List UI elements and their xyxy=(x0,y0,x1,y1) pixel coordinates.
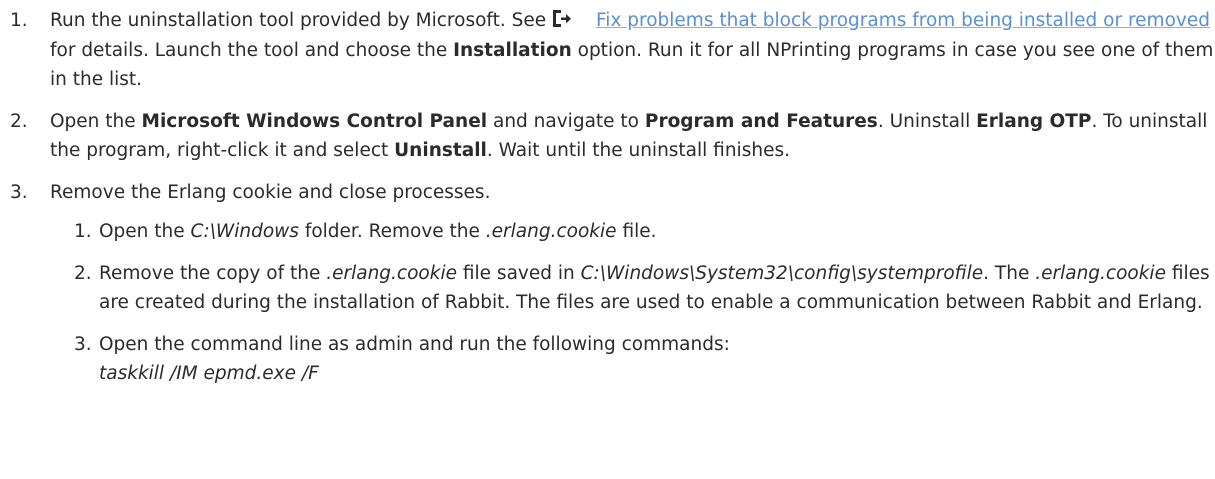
cookie-filename: .erlang.cookie xyxy=(485,221,617,242)
step-text: Open the command line as admin and run t… xyxy=(99,333,730,355)
fix-problems-link[interactable]: Fix problems that block programs from be… xyxy=(596,10,1210,31)
substep-number: 1. xyxy=(74,221,92,242)
command-text: taskkill /IM epmd.exe /F xyxy=(99,363,319,384)
step-1: 1. Run the uninstallation tool provided … xyxy=(0,0,1215,95)
control-panel-label: Microsoft Windows Control Panel xyxy=(141,110,488,132)
steps-list: 1. Run the uninstallation tool provided … xyxy=(0,0,1215,389)
external-link-icon xyxy=(552,9,572,29)
cookie-filename: .erlang.cookie xyxy=(326,262,457,284)
installation-option: Installation xyxy=(453,39,572,61)
step-3: 3. Remove the Erlang cookie and close pr… xyxy=(0,178,1215,389)
uninstall-label: Uninstall xyxy=(394,140,487,161)
substep-number: 3. xyxy=(74,333,92,355)
step-number: 1. xyxy=(10,10,28,31)
step-2: 2. Open the Microsoft Windows Control Pa… xyxy=(0,107,1215,166)
substep-2: 2. Remove the copy of the .erlang.cookie… xyxy=(50,259,1215,318)
step-text: Open the xyxy=(99,221,185,242)
step-number: 2. xyxy=(10,110,28,132)
substeps-list: 1. Open the C:\Windows folder. Remove th… xyxy=(50,217,1215,389)
step-text: for details. Launch the tool and choose … xyxy=(50,39,448,61)
instructions-document: 1. Run the uninstallation tool provided … xyxy=(0,0,1215,401)
step-text: Remove the copy of the xyxy=(99,262,321,284)
step-text: and navigate to xyxy=(492,110,639,132)
programs-features-label: Program and Features xyxy=(644,110,878,132)
windows-path: C:\Windows xyxy=(190,221,299,242)
substep-3: 3. Open the command line as admin and ru… xyxy=(50,330,1215,389)
step-number: 3. xyxy=(10,181,28,203)
systemprofile-path: C:\Windows\System32\config\systemprofile xyxy=(580,262,984,284)
step-text: Open the xyxy=(50,110,136,132)
substep-1: 1. Open the C:\Windows folder. Remove th… xyxy=(50,217,1215,247)
step-text: . Uninstall xyxy=(877,110,971,132)
step-text: Remove the Erlang cookie and close proce… xyxy=(50,181,491,203)
step-text: file. xyxy=(622,221,657,242)
substep-number: 2. xyxy=(74,262,92,284)
step-text: folder. Remove the xyxy=(304,221,480,242)
step-text: file saved in xyxy=(462,262,575,284)
step-text: Run the uninstallation tool provided by … xyxy=(50,10,547,31)
cookie-filename: .erlang.cookie xyxy=(1035,262,1166,284)
erlang-otp-label: Erlang OTP xyxy=(976,110,1092,132)
step-text: . The xyxy=(983,262,1030,284)
step-text: . Wait until the uninstall finishes. xyxy=(486,140,790,161)
